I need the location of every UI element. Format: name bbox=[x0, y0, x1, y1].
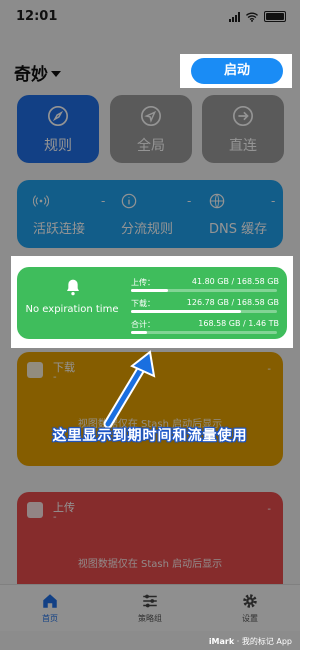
wifi-icon bbox=[246, 12, 258, 22]
subscription-info-card[interactable]: No expiration time 上传： 41.80 GB / 168.58… bbox=[17, 267, 287, 339]
expiry-card-highlight: No expiration time 上传： 41.80 GB / 168.58… bbox=[11, 256, 293, 348]
annotation-caption: 这里显示到期时间和流量使用 bbox=[52, 428, 248, 444]
start-button-highlight: 启动 bbox=[180, 54, 292, 88]
status-icons bbox=[229, 11, 286, 22]
usage-key: 合计： bbox=[131, 320, 155, 329]
annotation-arrow bbox=[103, 350, 156, 428]
usage-bar-fill bbox=[131, 331, 148, 334]
download-usage-row: 下载： 126.78 GB / 168.58 GB bbox=[131, 298, 279, 318]
signal-icon bbox=[229, 11, 240, 22]
expiration-text: No expiration time bbox=[25, 304, 119, 315]
status-time: 12:01 bbox=[16, 9, 58, 24]
usage-key: 上传： bbox=[131, 278, 155, 287]
usage-bar-fill bbox=[131, 310, 241, 313]
battery-icon bbox=[264, 11, 286, 22]
usage-key: 下载： bbox=[131, 299, 155, 308]
usage-bar bbox=[131, 310, 277, 313]
watermark: iMark · 我的标记 App bbox=[209, 636, 292, 647]
usage-value: 41.80 GB / 168.58 GB bbox=[191, 277, 279, 286]
usage-value: 168.58 GB / 1.46 TB bbox=[198, 319, 279, 328]
total-usage-row: 合计： 168.58 GB / 1.46 TB bbox=[131, 319, 279, 339]
usage-value: 126.78 GB / 168.58 GB bbox=[186, 298, 279, 307]
start-button[interactable]: 启动 bbox=[191, 58, 283, 84]
watermark-brand: iMark bbox=[208, 637, 235, 646]
usage-bar bbox=[131, 289, 277, 292]
bell-icon bbox=[67, 279, 79, 296]
usage-bar bbox=[131, 331, 277, 334]
watermark-tagline: · 我的标记 App bbox=[236, 637, 292, 646]
upload-usage-row: 上传： 41.80 GB / 168.58 GB bbox=[131, 277, 279, 297]
usage-bar-fill bbox=[131, 289, 168, 292]
status-bar: 12:01 bbox=[0, 0, 300, 34]
